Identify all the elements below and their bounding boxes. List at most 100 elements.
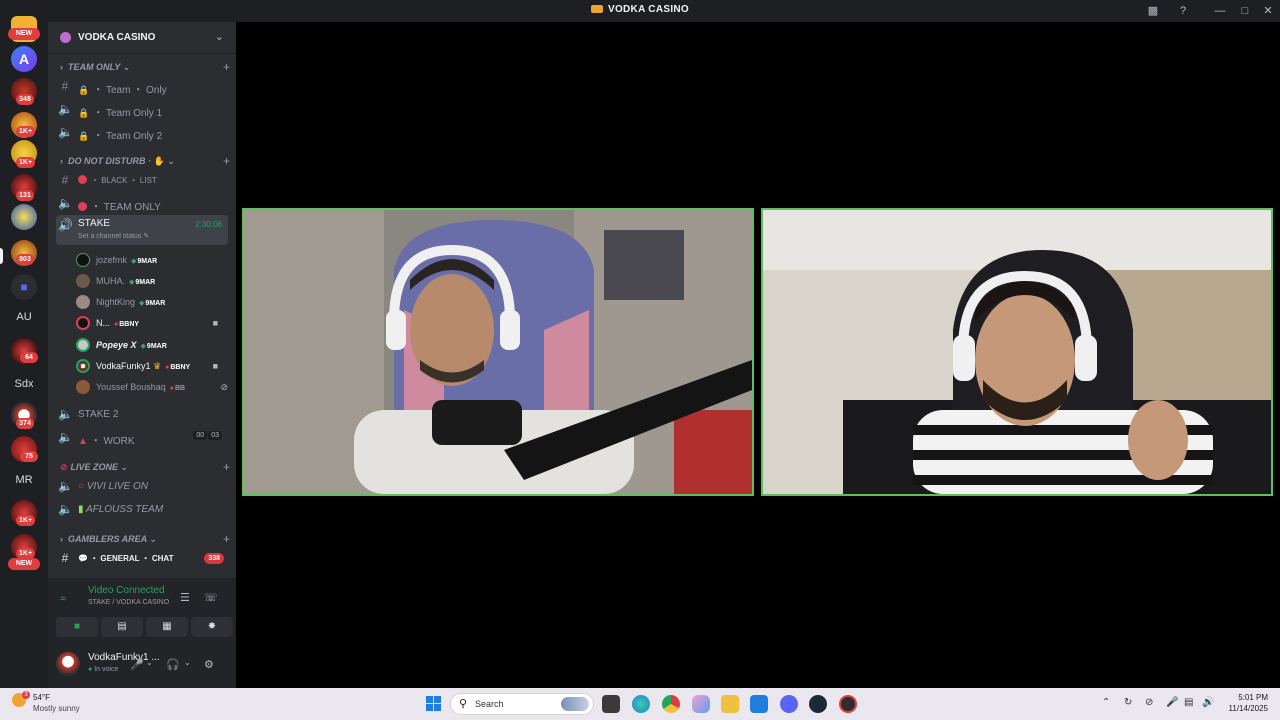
server-a-icon[interactable]: A — [11, 46, 37, 72]
disconnect-icon[interactable]: ☏ — [204, 591, 218, 604]
task-view-icon[interactable] — [602, 695, 620, 713]
microphone-icon[interactable]: 🎤 — [1166, 697, 1178, 708]
taskbar-search[interactable]: ⚲ Search — [450, 693, 594, 715]
guild-header[interactable]: VODKA CASINO ⌄ — [48, 22, 236, 54]
discord-icon[interactable] — [780, 695, 798, 713]
add-channel-icon[interactable]: + — [223, 154, 230, 168]
system-clock[interactable]: 5:01 PM 11/14/2025 — [1229, 692, 1268, 714]
add-channel-icon[interactable]: + — [223, 532, 230, 546]
activities-button[interactable]: ▦ — [146, 617, 188, 637]
temperature[interactable]: 54°F — [33, 693, 50, 702]
screen-share-button[interactable]: ▤ — [101, 617, 143, 637]
unread-badge: 803 — [16, 254, 34, 265]
text-channel-icon: # — [61, 551, 69, 565]
chrome-icon[interactable] — [662, 695, 680, 713]
weather-condition[interactable]: Mostly sunny — [33, 704, 80, 713]
voice-user[interactable]: Youssef Boushaq ●BB ⊘ — [76, 377, 228, 397]
channel-team-only-voice[interactable]: 🔈 ・ TEAM ONLY — [56, 193, 228, 213]
voice-user[interactable]: VodkaFunky1 ♛ ●BBNY ■ — [76, 356, 228, 376]
file-explorer-icon[interactable] — [721, 695, 739, 713]
channel-status[interactable]: Set a channel status ✎ — [78, 232, 149, 240]
voice-status: Video Connected — [88, 585, 165, 596]
webcam-feed-1 — [244, 210, 752, 494]
chevron-down-icon: ⌄ — [167, 156, 175, 166]
copilot-icon[interactable] — [692, 695, 710, 713]
video-tile[interactable] — [242, 208, 754, 496]
unread-badge: 64 — [20, 352, 38, 363]
channel-team-only[interactable]: # 🔒 ・ Team ・ Only — [56, 76, 228, 96]
microphone-icon[interactable]: 🎤 — [130, 658, 144, 671]
category-live-zone[interactable]: ⊘ LIVE ZONE ⌄ + — [60, 460, 230, 476]
avatar — [76, 253, 90, 267]
gear-icon[interactable]: ⚙ — [204, 658, 214, 671]
chevron-down-icon[interactable]: ⌄ — [184, 658, 191, 667]
user-panel: VodkaFunky1 ... ● In voice 🎤 ⌄ 🎧 ⌄ ⚙ — [48, 642, 236, 688]
text-channel-icon: # — [61, 173, 69, 187]
headphones-icon[interactable]: 🎧 — [166, 658, 180, 671]
new-badge: NEW — [8, 28, 40, 40]
voice-user[interactable]: MUHA. ◆9MAR — [76, 271, 228, 291]
windows-start-icon[interactable] — [426, 696, 441, 711]
channel-black-list[interactable]: # ・ BLACK ・ LIST — [56, 170, 228, 190]
store-icon[interactable] — [750, 695, 768, 713]
inbox-icon[interactable]: ▩ — [1146, 4, 1160, 18]
add-channel-icon[interactable]: + — [223, 460, 230, 474]
sync-icon[interactable]: ↻ — [1124, 697, 1132, 708]
lock-icon: 🔒 — [78, 108, 90, 118]
volume-icon[interactable]: 🔊 — [1202, 697, 1214, 708]
voice-connection-panel: ≈ Video Connected STAKE / VODKA CASINO ☰… — [48, 578, 236, 642]
channel-aflouss-team[interactable]: 🔈 ▮ AFLOUSS TEAM — [56, 499, 228, 519]
category-gamblers-area[interactable]: › GAMBLERS AREA ⌄ + — [60, 532, 230, 548]
network-icon[interactable]: ▤ — [1184, 697, 1193, 708]
channel-vivi-live-on[interactable]: 🔈 ○ VIVI LIVE ON — [56, 476, 228, 496]
avatar[interactable] — [56, 652, 80, 676]
server-icon[interactable] — [11, 204, 37, 230]
muted-deafened-icon: ⊘ — [220, 382, 228, 392]
channel-stake[interactable]: 🔊 STAKE Set a channel status ✎ 2:30:06 — [56, 215, 228, 245]
help-icon[interactable]: ? — [1176, 4, 1190, 18]
camera-icon: ■ — [212, 361, 218, 371]
chevron-down-icon: ⌄ — [120, 462, 129, 472]
channel-general-chat[interactable]: # 💬 ・ GENERAL ・ CHAT 338 — [56, 548, 228, 568]
voice-channel-icon: 🔈 — [58, 502, 73, 516]
soundboard-button[interactable]: ✸ — [191, 617, 233, 637]
bluetooth-off-icon[interactable]: ⊘ — [1145, 697, 1153, 708]
server-sdx[interactable]: Sdx — [8, 378, 40, 390]
voice-user[interactable]: N... ●BBNY ■ — [76, 313, 228, 333]
chevron-up-icon[interactable]: ⌃ — [1102, 697, 1110, 708]
signal-icon[interactable]: ≈ — [60, 593, 66, 605]
category-team-only[interactable]: › TEAM ONLY ⌄ + — [60, 60, 230, 76]
close-button[interactable]: ✕ — [1256, 2, 1280, 20]
app-icon[interactable] — [839, 695, 857, 713]
noise-suppression-icon[interactable]: ☰ — [180, 591, 190, 604]
voice-user[interactable]: Popeye X ◆9MAR — [76, 335, 228, 355]
call-timer: 2:30:06 — [195, 220, 222, 229]
channel-team-only-1[interactable]: 🔈 🔒 ・ Team Only 1 — [56, 99, 228, 119]
voice-user[interactable]: NightKing ◆9MAR — [76, 292, 228, 312]
steam-icon[interactable] — [809, 695, 827, 713]
channel-team-only-2[interactable]: 🔈 🔒 ・ Team Only 2 — [56, 122, 228, 142]
chevron-down-icon[interactable]: ⌄ — [146, 658, 153, 667]
maximize-button[interactable]: □ — [1233, 2, 1257, 20]
folder-icon[interactable]: ■ — [11, 274, 37, 300]
voice-user[interactable]: jozefmk ◆9MAR — [76, 250, 228, 270]
taskbar: 3 54°F Mostly sunny ⚲ Search ⌃ ↻ ⊘ 🎤 ▤ 🔊… — [0, 688, 1280, 720]
channel-work[interactable]: 🔈 ▲ ・ WORK 00 03 — [56, 427, 228, 447]
add-channel-icon[interactable]: + — [223, 60, 230, 74]
unread-badge: 1K+ — [16, 157, 36, 168]
no-entry-icon: ⊘ — [60, 462, 68, 472]
edge-icon[interactable] — [632, 695, 650, 713]
server-au[interactable]: AU — [8, 311, 40, 323]
minimize-button[interactable]: — — [1208, 2, 1232, 20]
channel-stake-2[interactable]: 🔈 STAKE 2 — [56, 404, 228, 424]
video-tile[interactable] — [761, 208, 1273, 496]
server-mr[interactable]: MR — [8, 474, 40, 486]
category-do-not-disturb[interactable]: › DO NOT DISTURB · ✋ ⌄ + — [60, 154, 230, 170]
chevron-down-icon: ⌄ — [122, 62, 131, 72]
fire-icon: ● — [165, 364, 170, 371]
user-count: 00 03 — [192, 431, 222, 440]
voice-location[interactable]: STAKE / VODKA CASINO — [88, 599, 169, 606]
chevron-down-icon[interactable]: ⌄ — [215, 30, 224, 43]
no-entry-icon — [78, 175, 87, 184]
camera-button[interactable]: ■ — [56, 617, 98, 637]
